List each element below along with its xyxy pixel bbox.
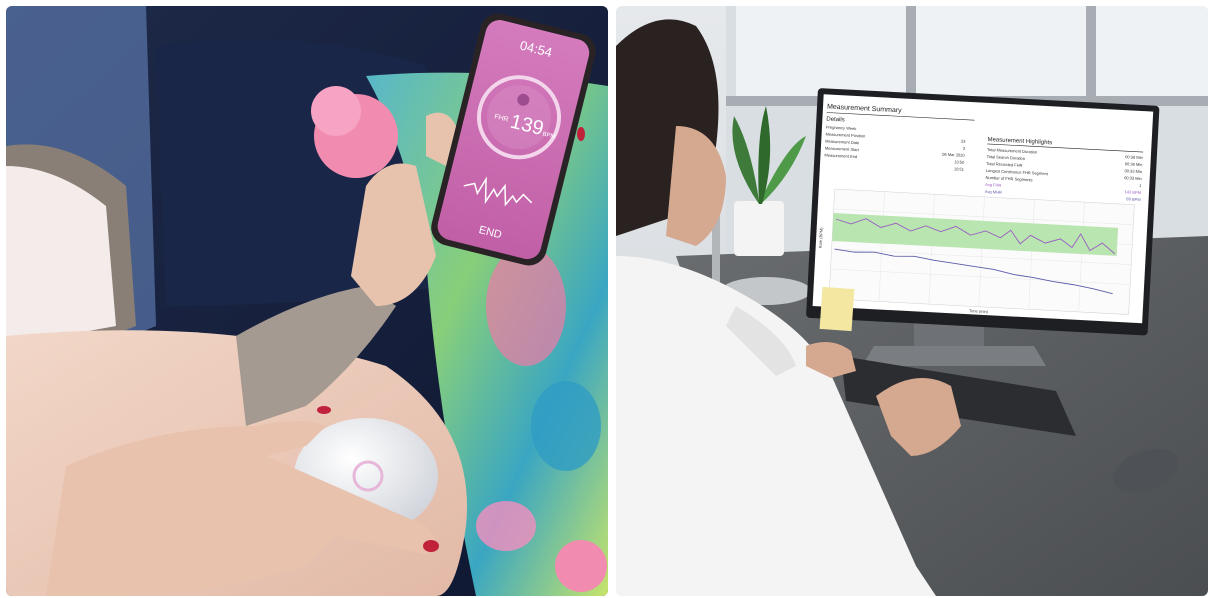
highlight-label: Avg MHR [985, 189, 1002, 195]
detail-value: 10:51 [954, 166, 965, 172]
photo-right-scene: Measurement Summary Details Pregnancy We… [616, 6, 1208, 596]
photo-left-scene: 04:54 FHR 139 BPM END [6, 6, 608, 596]
highlight-value: 89 BPM [1126, 196, 1140, 202]
highlight-label: Avg FHR [985, 182, 1002, 188]
highlight-value: 00:36 Min [1125, 161, 1143, 167]
highlight-value: 00:38 Min [1125, 154, 1143, 160]
details-header: Details [826, 116, 845, 123]
highlight-value: 143 BPM [1124, 189, 1141, 195]
chart-x-label: Time (min) [969, 308, 989, 314]
photo-pregnant-woman-phone: 04:54 FHR 139 BPM END [6, 6, 608, 596]
detail-value: 10:50 [954, 159, 965, 165]
highlight-value: 00:33 Min [1124, 168, 1142, 174]
photo-collage: 04:54 FHR 139 BPM END Measurement Summar… [0, 0, 1210, 598]
photo-clinician-monitor: Measurement Summary Details Pregnancy We… [616, 6, 1208, 596]
highlight-value: 00:33 Min [1124, 175, 1142, 181]
